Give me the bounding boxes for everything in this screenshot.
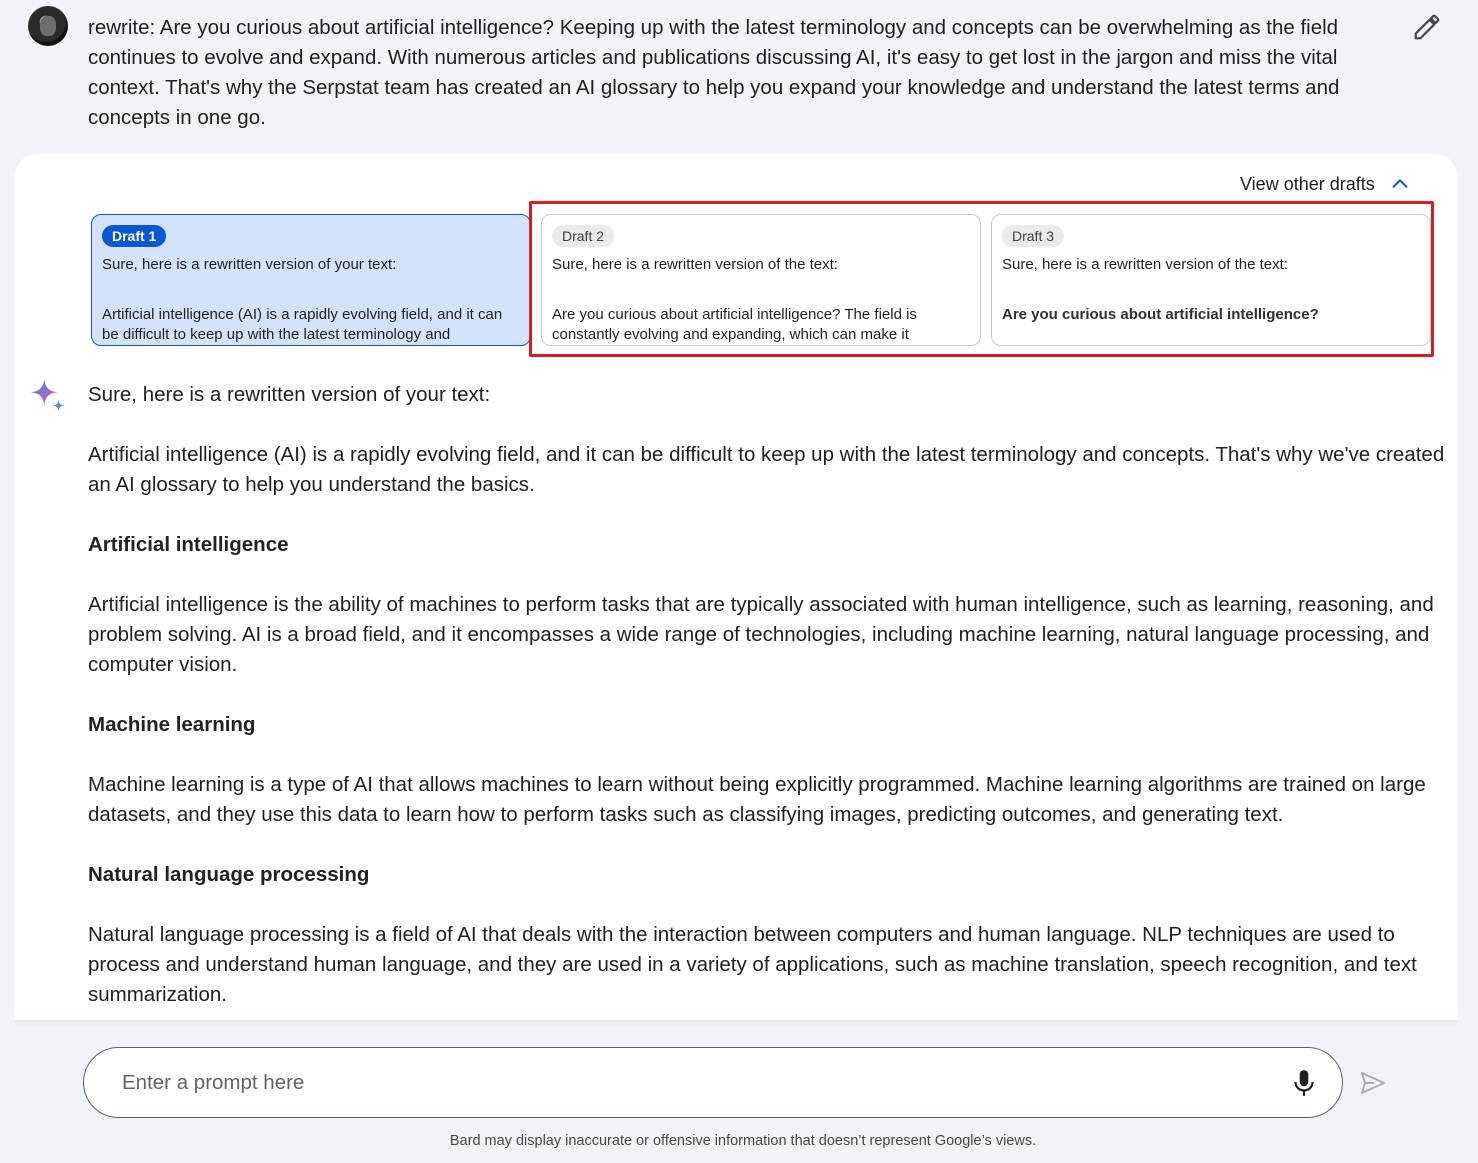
user-prompt-text: rewrite: Are you curious about artificia…	[88, 16, 1340, 129]
chevron-up-icon	[1392, 179, 1408, 188]
scroll-fade-divider	[14, 1020, 1458, 1028]
draft-card-2[interactable]: Draft 2 Sure, here is a rewritten versio…	[541, 214, 981, 346]
draft-label: Draft 2	[552, 225, 615, 247]
disclaimer-text: Bard may display inaccurate or offensive…	[449, 1133, 1037, 1149]
view-other-drafts-label: View other drafts	[1240, 173, 1375, 194]
section-heading: Machine learning	[88, 713, 256, 736]
section-heading: Natural language processing	[88, 863, 370, 886]
send-icon[interactable]	[1359, 1070, 1387, 1096]
section-body: Machine learning is a type of AI that al…	[88, 773, 1426, 826]
sparkle-icon	[30, 378, 65, 412]
section-heading: Artificial intelligence	[88, 533, 289, 556]
view-other-drafts-toggle[interactable]: View other drafts	[1240, 172, 1411, 196]
response-body: Sure, here is a rewritten version of you…	[88, 380, 1448, 1040]
draft-intro: Sure, here is a rewritten version of the…	[552, 256, 838, 273]
draft-card-3[interactable]: Draft 3 Sure, here is a rewritten versio…	[991, 214, 1431, 346]
draft-preview: Are you curious about artificial intelli…	[1002, 306, 1319, 323]
section-body: Artificial intelligence is the ability o…	[88, 593, 1434, 676]
draft-preview: Artificial intelligence (AI) is a rapidl…	[102, 306, 503, 343]
microphone-icon[interactable]	[1291, 1068, 1317, 1098]
response-intro: Sure, here is a rewritten version of you…	[88, 383, 491, 406]
prompt-input-container	[83, 1047, 1343, 1118]
response-lead: Artificial intelligence (AI) is a rapidl…	[88, 443, 1445, 496]
user-prompt-row: rewrite: Are you curious about artificia…	[0, 0, 1478, 150]
draft-label: Draft 3	[1002, 225, 1065, 247]
prompt-input[interactable]	[122, 1066, 1272, 1100]
pencil-icon[interactable]	[1412, 12, 1442, 42]
draft-label: Draft 1	[102, 225, 167, 247]
draft-intro: Sure, here is a rewritten version of you…	[102, 256, 397, 273]
draft-intro: Sure, here is a rewritten version of the…	[1002, 256, 1288, 273]
draft-card-1[interactable]: Draft 1 Sure, here is a rewritten versio…	[91, 214, 531, 346]
user-avatar[interactable]	[28, 6, 68, 46]
section-body: Natural language processing is a field o…	[88, 923, 1417, 1006]
draft-preview: Are you curious about artificial intelli…	[552, 306, 917, 343]
response-card: View other drafts Draft 1 Sure, here is …	[14, 154, 1458, 1026]
